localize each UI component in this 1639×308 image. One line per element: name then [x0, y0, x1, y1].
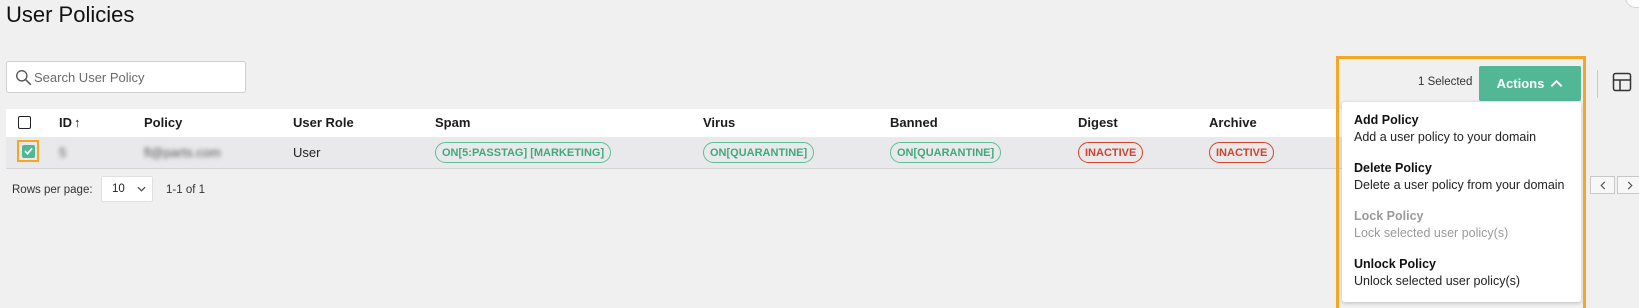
archive-status-badge: INACTIVE [1209, 142, 1275, 163]
column-header-id[interactable]: ID ↑ [59, 115, 81, 130]
search-input[interactable] [34, 69, 234, 85]
menu-item-title: Unlock Policy [1354, 257, 1436, 271]
menu-item-description: Add a user policy to your domain [1354, 130, 1537, 144]
table-row[interactable]: 5 fl@parts.com User ON[5:PASSTAG] [MARKE… [6, 137, 1346, 169]
actions-button-label: Actions [1496, 76, 1545, 91]
selected-count: 1 Selected [1418, 76, 1473, 88]
chevron-right-icon [1627, 180, 1633, 190]
row-checkbox[interactable] [21, 144, 35, 158]
column-header-spam[interactable]: Spam [435, 115, 470, 130]
page-nav [1590, 176, 1639, 194]
column-header-banned[interactable]: Banned [890, 115, 938, 130]
menu-item-add-policy[interactable]: Add Policy Add a user policy to your dom… [1342, 112, 1581, 160]
actions-button[interactable]: Actions [1479, 66, 1581, 101]
column-header-digest[interactable]: Digest [1078, 115, 1118, 130]
virus-status-badge: ON[QUARANTINE] [703, 142, 815, 163]
chevron-left-icon [1599, 180, 1605, 190]
pagination: Rows per page: 10 1-1 of 1 [6, 176, 1346, 206]
column-header-policy[interactable]: Policy [144, 115, 182, 130]
menu-item-unlock-policy[interactable]: Unlock Policy Unlock selected user polic… [1342, 256, 1581, 304]
row-checkbox-highlight [17, 140, 39, 162]
corner-button[interactable] [1625, 0, 1639, 8]
cell-policy: fl@parts.com [144, 145, 221, 160]
search-icon [16, 69, 32, 85]
select-all-checkbox[interactable] [18, 116, 31, 129]
menu-item-title: Add Policy [1354, 113, 1419, 127]
banned-status-badge: ON[QUARANTINE] [890, 142, 1002, 163]
chevron-down-icon [137, 186, 146, 192]
menu-item-delete-policy[interactable]: Delete Policy Delete a user policy from … [1342, 160, 1581, 208]
menu-item-description: Unlock selected user policy(s) [1354, 274, 1521, 288]
chevron-up-icon [1551, 79, 1563, 87]
menu-item-description: Delete a user policy from your domain [1354, 178, 1565, 192]
column-header-user-role[interactable]: User Role [293, 115, 354, 130]
menu-item-description: Lock selected user policy(s) [1354, 226, 1509, 240]
digest-status-badge: INACTIVE [1078, 142, 1144, 163]
rows-per-page-select[interactable]: 10 [101, 176, 153, 202]
user-policies-page: User Policies 1 Selected Actions ID↑ Pol… [0, 0, 1639, 308]
spam-status-badge: ON[5:PASSTAG] [MARKETING] [435, 142, 612, 163]
column-header-virus[interactable]: Virus [703, 115, 735, 130]
cell-user-role: User [293, 145, 321, 160]
table-header: ID ↑ Policy User Role Spam Virus Banned D… [6, 109, 1346, 137]
search-box[interactable] [6, 61, 246, 93]
actions-menu: Add Policy Add a user policy to your dom… [1342, 102, 1581, 302]
sort-arrow-up-icon: ↑ [74, 115, 81, 130]
next-page-button[interactable] [1617, 176, 1639, 194]
rows-per-page-label: Rows per page: [12, 184, 93, 196]
menu-item-title: Lock Policy [1354, 209, 1424, 223]
column-header-archive[interactable]: Archive [1209, 115, 1257, 130]
cell-id: 5 [59, 145, 67, 160]
toolbar-divider [1597, 70, 1598, 98]
page-title: User Policies [6, 2, 135, 27]
rows-per-page-value: 10 [112, 183, 125, 195]
menu-item-lock-policy: Lock Policy Lock selected user policy(s) [1342, 208, 1581, 256]
columns-icon[interactable] [1612, 72, 1632, 92]
checkmark-icon [23, 147, 33, 155]
previous-page-button[interactable] [1590, 176, 1615, 194]
pagination-range: 1-1 of 1 [166, 184, 205, 196]
menu-item-title: Delete Policy [1354, 161, 1432, 175]
